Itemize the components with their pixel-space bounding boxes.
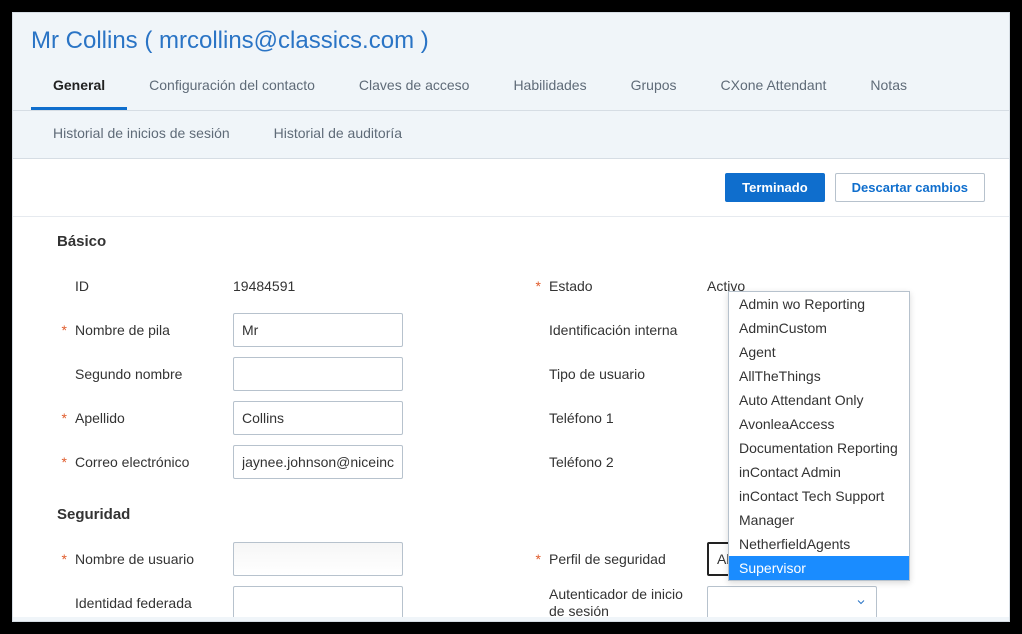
done-button[interactable]: Terminado [725,173,825,202]
dropdown-option[interactable]: AdminCustom [729,316,909,340]
section-basic-title: Básico [13,217,1009,258]
tab-cxone-attendant[interactable]: CXone Attendant [699,63,849,110]
authenticator-select[interactable] [707,586,877,617]
firstname-input[interactable] [233,313,403,347]
discard-button[interactable]: Descartar cambios [835,173,985,202]
required-icon: * [57,322,67,338]
tab-access-keys[interactable]: Claves de acceso [337,63,492,110]
lastname-input[interactable] [233,401,403,435]
id-value: 19484591 [233,278,295,294]
required-icon: * [531,278,541,294]
phone1-label: Teléfono 1 [549,410,699,426]
email-label: Correo electrónico [75,454,225,470]
action-bar: Terminado Descartar cambios [13,159,1009,217]
id-label: ID [75,278,225,294]
tab-groups[interactable]: Grupos [609,63,699,110]
tab-notes[interactable]: Notas [848,63,929,110]
security-profile-label: Perfil de seguridad [549,551,699,567]
dropdown-option[interactable]: Manager [729,508,909,532]
phone2-label: Teléfono 2 [549,454,699,470]
dropdown-option[interactable]: NetherfieldAgents [729,532,909,556]
tab-skills[interactable]: Habilidades [491,63,608,110]
dropdown-option[interactable]: inContact Admin [729,460,909,484]
federated-label: Identidad federada [75,595,225,611]
federated-input[interactable] [233,586,403,617]
usertype-label: Tipo de usuario [549,366,699,382]
dropdown-option[interactable]: Supervisor [729,556,909,580]
page-title: Mr Collins ( mrcollins@classics.com ) [13,13,1009,63]
internal-id-label: Identificación interna [549,322,699,338]
tab-contact-config[interactable]: Configuración del contacto [127,63,337,110]
lastname-label: Apellido [75,410,225,426]
email-input[interactable] [233,445,403,479]
dropdown-option[interactable]: AllTheThings [729,364,909,388]
dropdown-option[interactable]: Agent [729,340,909,364]
state-label: Estado [549,278,699,294]
dropdown-option[interactable]: Documentation Reporting [729,436,909,460]
required-icon: * [57,410,67,426]
tab-general[interactable]: General [31,63,127,110]
required-icon: * [57,454,67,470]
user-detail-panel: Mr Collins ( mrcollins@classics.com ) Ge… [12,12,1010,622]
dropdown-option[interactable]: inContact Tech Support [729,484,909,508]
middlename-input[interactable] [233,357,403,391]
middlename-label: Segundo nombre [75,366,225,382]
username-label: Nombre de usuario [75,551,225,567]
tabs-row-2: Historial de inicios de sesión Historial… [13,111,1009,159]
dropdown-option[interactable]: Admin wo Reporting [729,292,909,316]
dropdown-option[interactable]: AvonleaAccess [729,412,909,436]
required-icon: * [531,551,541,567]
security-profile-dropdown[interactable]: Admin wo ReportingAdminCustomAgentAllThe… [728,291,910,581]
dropdown-option[interactable]: Auto Attendant Only [729,388,909,412]
required-icon: * [57,551,67,567]
authenticator-label: Autenticador de inicio de sesión [549,586,699,617]
username-input[interactable] [233,542,403,576]
firstname-label: Nombre de pila [75,322,225,338]
tab-login-history[interactable]: Historial de inicios de sesión [31,111,252,158]
tab-audit-history[interactable]: Historial de auditoría [252,111,424,158]
tabs-row-1: General Configuración del contacto Clave… [13,63,1009,111]
